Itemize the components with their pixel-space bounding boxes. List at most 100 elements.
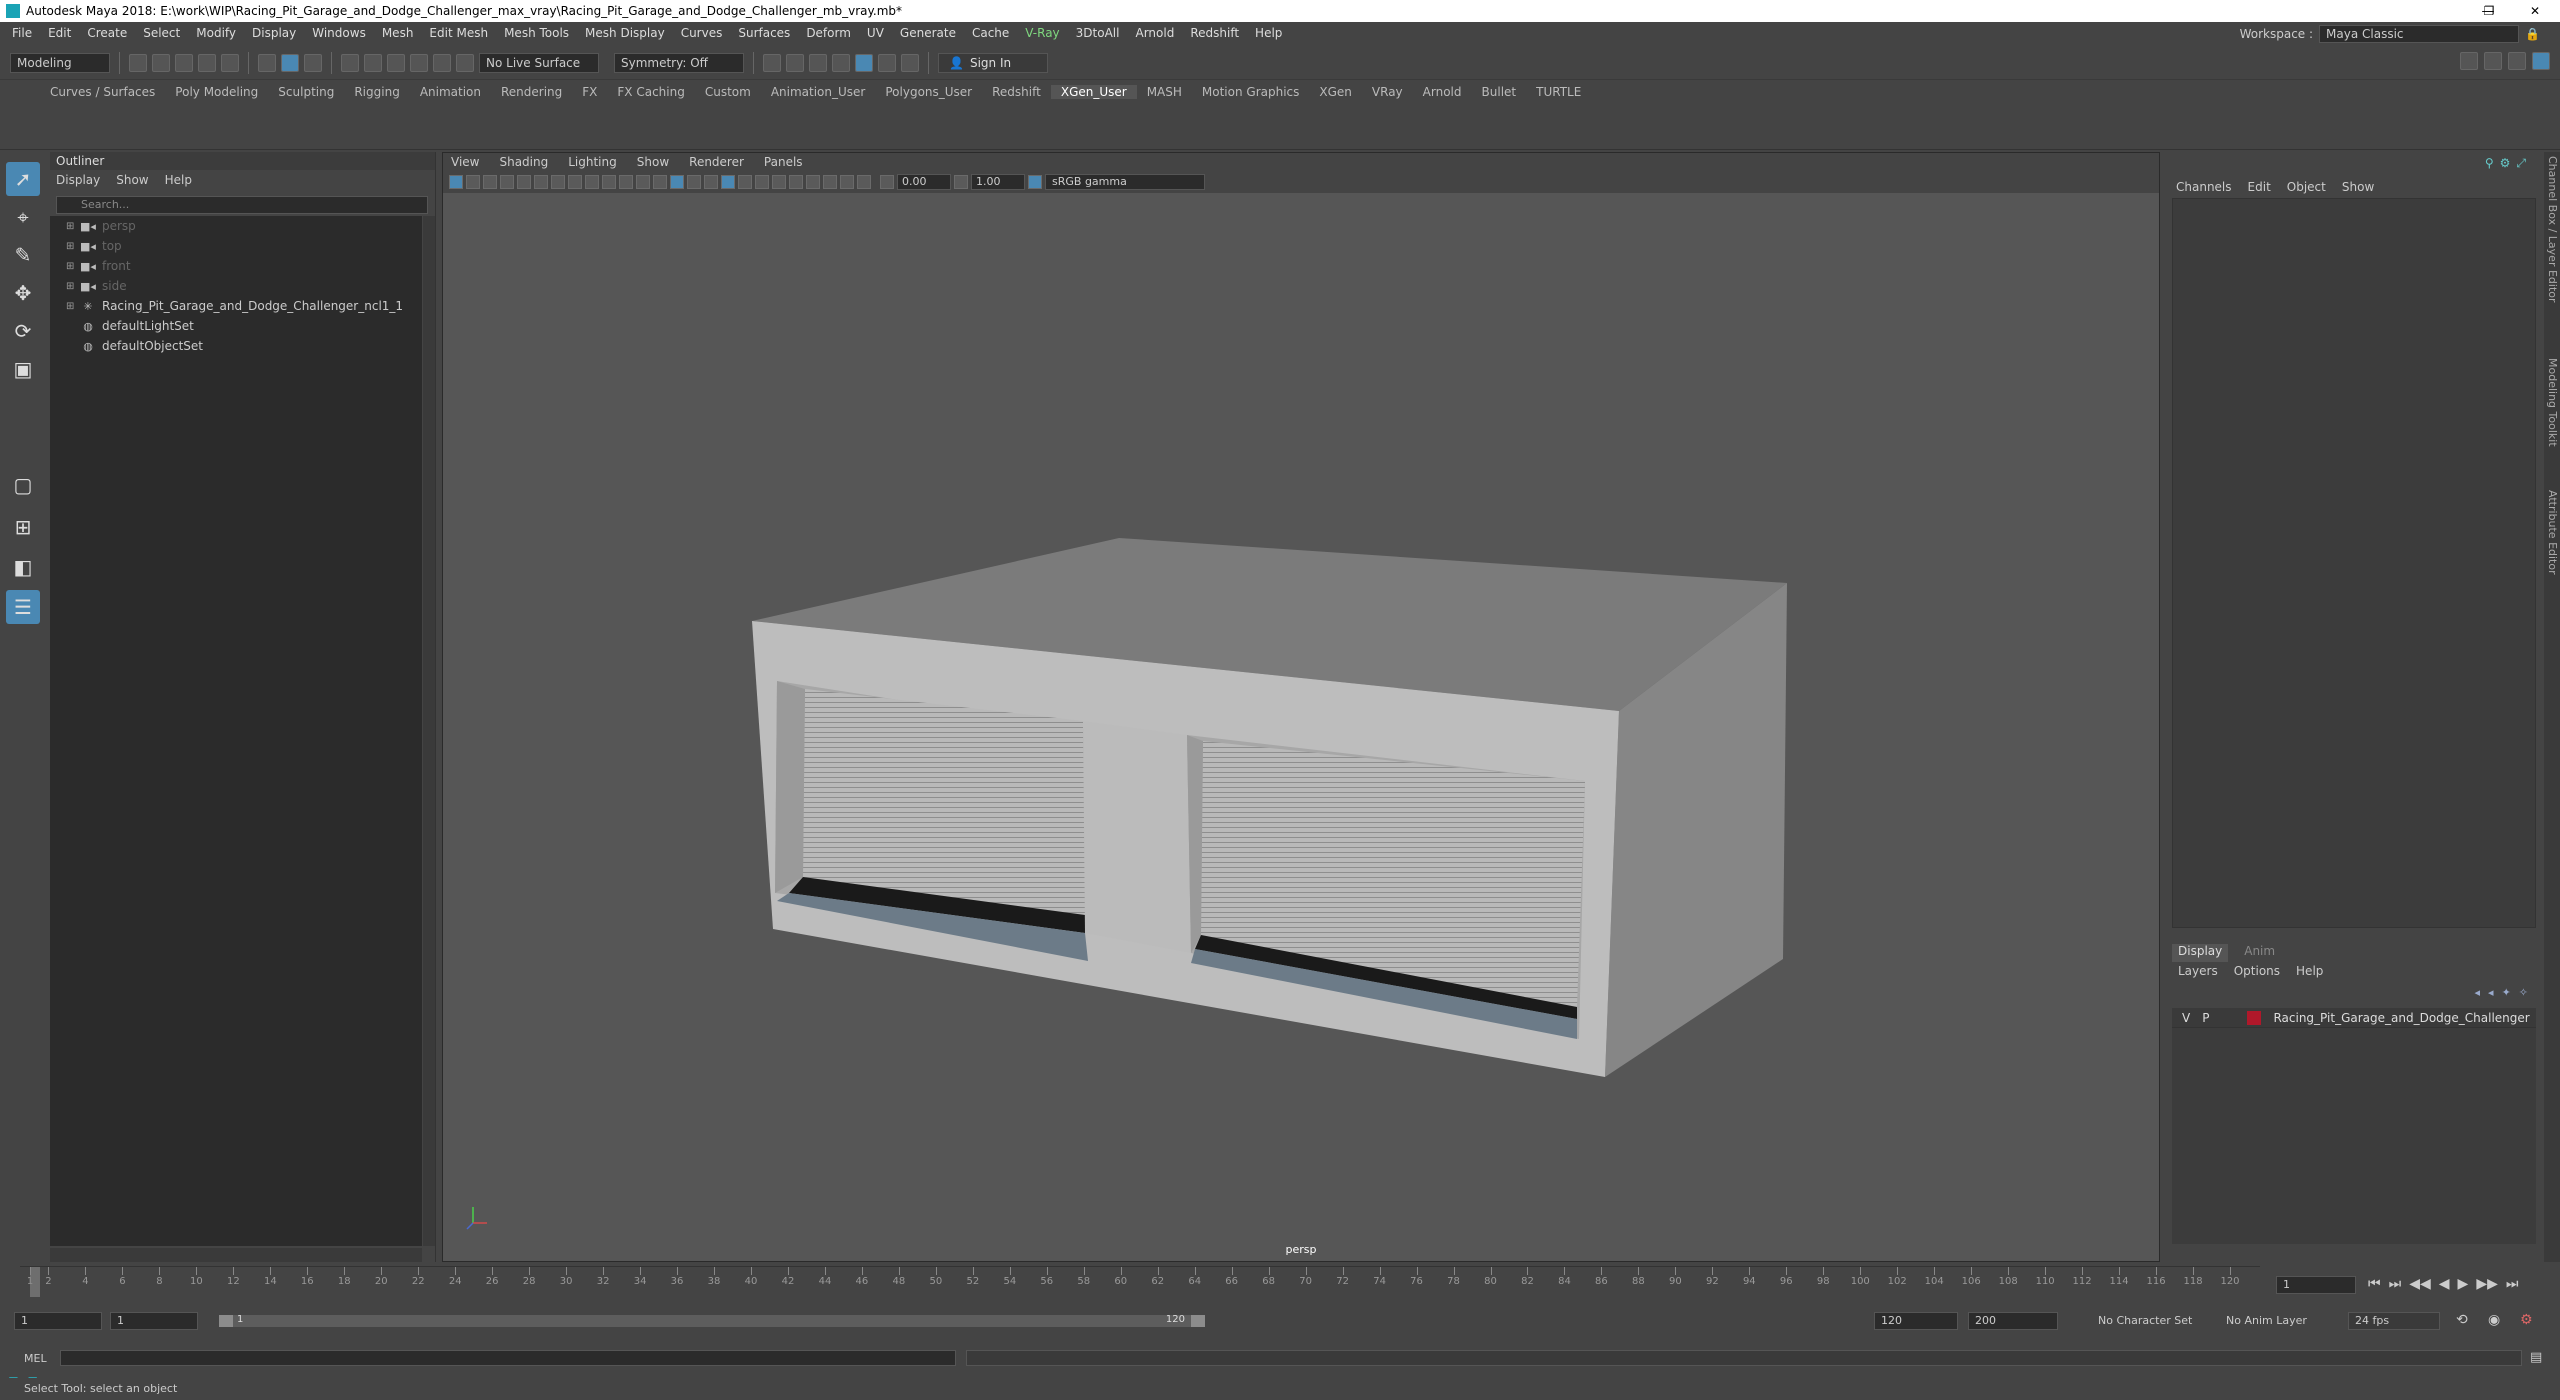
outliner-item[interactable]: ⊞ ■◂ front (50, 256, 422, 276)
wireframe-icon[interactable] (653, 175, 667, 189)
channel-box-menu-channels[interactable]: Channels (2176, 180, 2232, 194)
undo-icon[interactable] (198, 53, 216, 72)
outliner-item[interactable]: ⊞ ■◂ persp (50, 216, 422, 236)
shelf-tab-rendering[interactable]: Rendering (491, 85, 572, 99)
safe-action-icon[interactable] (636, 175, 650, 189)
auto-key-icon[interactable]: ◉ (2488, 1312, 2500, 1328)
playback-start-field[interactable]: 1 (110, 1312, 198, 1330)
loop-icon[interactable]: ⟲ (2456, 1312, 2468, 1328)
range-start-handle[interactable] (219, 1315, 233, 1327)
shelf-tab-rigging[interactable]: Rigging (344, 85, 409, 99)
render-settings-icon[interactable] (832, 53, 850, 72)
grid-icon[interactable] (551, 175, 565, 189)
attribute-editor-icon[interactable] (2484, 52, 2502, 70)
menu-select[interactable]: Select (135, 26, 188, 40)
wireframe-on-shaded-icon[interactable] (687, 175, 701, 189)
outliner-item[interactable]: ⊞ ■◂ side (50, 276, 422, 296)
snap-point-icon[interactable] (387, 53, 405, 72)
preferences-icon[interactable]: ⚙ (2520, 1312, 2533, 1328)
shelf-tab-bullet[interactable]: Bullet (1472, 85, 1527, 99)
rotate-tool-icon[interactable]: ⟳ (6, 314, 40, 348)
go-to-start-icon[interactable]: ⏮ (2368, 1276, 2381, 1292)
channel-box-menu-show[interactable]: Show (2342, 180, 2374, 194)
outliner-item[interactable]: ⊞ ✳ Racing_Pit_Garage_and_Dodge_Challenger… (50, 296, 422, 316)
shelf-tab-turtle[interactable]: TURTLE (1526, 85, 1591, 99)
render-current-icon[interactable] (786, 53, 804, 72)
grease-pencil-icon[interactable] (534, 175, 548, 189)
color-management-icon[interactable] (1028, 175, 1042, 189)
modeling-toolkit-icon[interactable] (2460, 52, 2478, 70)
play-backwards-icon[interactable]: ◀ (2439, 1276, 2450, 1292)
snap-view-plane-icon[interactable] (410, 53, 428, 72)
vray-render-icon[interactable] (855, 53, 873, 72)
menu-help[interactable]: Help (1247, 26, 1290, 40)
current-frame-field[interactable]: 1 (2276, 1276, 2356, 1294)
side-tab-channel-box-layer-editor[interactable]: Channel Box / Layer Editor (2546, 156, 2559, 303)
exposure-field[interactable]: 0.00 (897, 174, 951, 190)
step-forward-frame-icon[interactable]: ▶▶ (2476, 1276, 2498, 1292)
mel-label[interactable]: MEL (0, 1352, 58, 1365)
anim-layer-dropdown[interactable]: No Anim Layer (2226, 1312, 2307, 1330)
expand-icon[interactable]: ⊞ (66, 261, 80, 272)
menu-curves[interactable]: Curves (673, 26, 731, 40)
restore-button[interactable]: ❐ (2466, 0, 2512, 22)
outliner-menu-display[interactable]: Display (56, 173, 100, 187)
shelf-tab-xgen[interactable]: XGen (1309, 85, 1362, 99)
single-perspective-layout-icon[interactable]: ▢ (6, 468, 40, 502)
resolution-gate-icon[interactable] (585, 175, 599, 189)
layer-tab-display[interactable]: Display (2172, 944, 2229, 962)
channel-box-settings-icon[interactable]: ⚙ (2500, 156, 2511, 171)
script-editor-icon[interactable]: ▤ (2530, 1350, 2542, 1365)
viewport-panel[interactable]: View Shading Lighting Show Renderer Panels 0.… (442, 152, 2160, 1262)
lasso-tool-icon[interactable]: ⌖ (6, 200, 40, 234)
2d-pan-zoom-icon[interactable] (517, 175, 531, 189)
camera-attributes-icon[interactable] (466, 175, 480, 189)
layer-playback-toggle[interactable]: P (2202, 1011, 2209, 1025)
paint-select-tool-icon[interactable]: ✎ (6, 238, 40, 272)
gate-mask-icon[interactable] (602, 175, 616, 189)
expand-icon[interactable]: ⊞ (66, 241, 80, 252)
redo-icon[interactable] (221, 53, 239, 72)
layer-tab-anim[interactable]: Anim (2238, 944, 2281, 962)
film-gate-icon[interactable] (568, 175, 582, 189)
outliner-menu-show[interactable]: Show (116, 173, 148, 187)
menu-v-ray[interactable]: V-Ray (1017, 26, 1067, 40)
layer-name[interactable]: Racing_Pit_Garage_and_Dodge_Challenger (2273, 1011, 2529, 1025)
shelf-tab-animation-user[interactable]: Animation_User (761, 85, 876, 99)
menu-edit[interactable]: Edit (40, 26, 79, 40)
history-icon[interactable] (456, 53, 474, 72)
menu-display[interactable]: Display (244, 26, 304, 40)
select-hierarchy-icon[interactable] (258, 53, 276, 72)
workspace-dropdown[interactable]: Maya Classic (2319, 25, 2520, 43)
side-tab-attribute-editor[interactable]: Attribute Editor (2546, 490, 2559, 575)
fps-dropdown[interactable]: 24 fps (2348, 1312, 2440, 1330)
viewport-menu-lighting[interactable]: Lighting (568, 155, 617, 169)
ipr-render-icon[interactable] (809, 53, 827, 72)
menu-windows[interactable]: Windows (304, 26, 374, 40)
shelf-tab-arnold[interactable]: Arnold (1413, 85, 1472, 99)
garage-model[interactable] (752, 538, 1787, 1077)
shelf-tab-xgen-user[interactable]: XGen_User (1050, 85, 1137, 99)
expand-icon[interactable]: ⊞ (66, 301, 80, 312)
symmetry-dropdown[interactable]: Symmetry: Off (614, 52, 744, 73)
menu-cache[interactable]: Cache (964, 26, 1017, 40)
channel-box-menu-object[interactable]: Object (2287, 180, 2326, 194)
shelf-tab-custom[interactable]: Custom (695, 85, 761, 99)
viewport-menu-shading[interactable]: Shading (499, 155, 548, 169)
side-tab-modeling-toolkit[interactable]: Modeling Toolkit (2546, 358, 2559, 447)
shelf-tab-mash[interactable]: MASH (1137, 85, 1192, 99)
channel-box-float-icon[interactable]: ⤢ (2516, 156, 2526, 171)
persp-outliner-layout-icon[interactable]: ◧ (6, 550, 40, 584)
character-set-dropdown[interactable]: No Character Set (2098, 1312, 2192, 1330)
shelf-tab-polygons-user[interactable]: Polygons_User (875, 85, 982, 99)
viewport-scene[interactable] (443, 193, 2159, 1241)
image-plane-icon[interactable] (500, 175, 514, 189)
menu-mesh-tools[interactable]: Mesh Tools (496, 26, 577, 40)
tool-settings-icon[interactable] (2508, 52, 2526, 70)
go-to-end-icon[interactable]: ⏭ (2506, 1276, 2519, 1292)
shelf-tab-motion-graphics[interactable]: Motion Graphics (1192, 85, 1310, 99)
left-shutter-door[interactable] (803, 689, 1085, 915)
shelf-tab-fx[interactable]: FX (572, 85, 607, 99)
range-end-handle[interactable] (1191, 1315, 1205, 1327)
layer-menu-layers[interactable]: Layers (2178, 964, 2218, 978)
